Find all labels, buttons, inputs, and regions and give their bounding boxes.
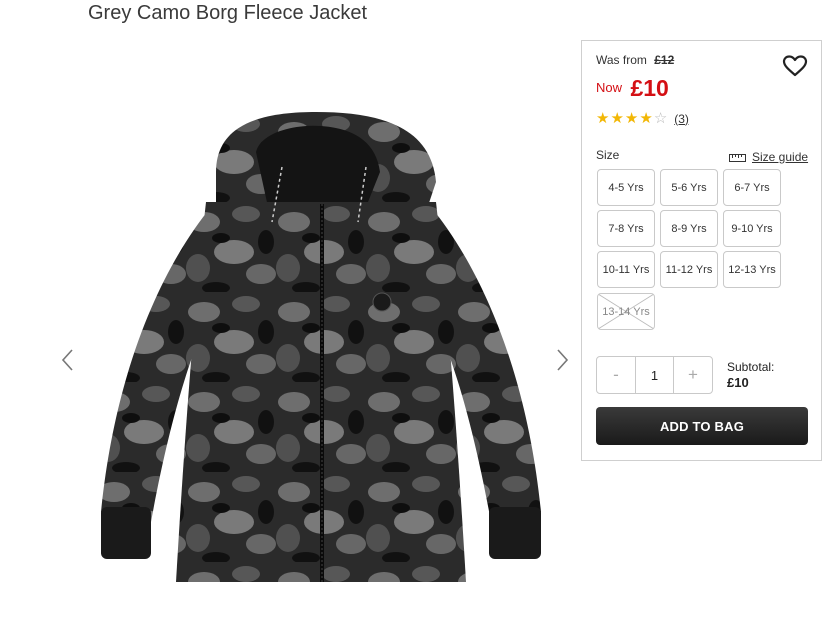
quantity-stepper: - 1 + <box>596 356 713 394</box>
subtotal-label: Subtotal: <box>727 360 775 374</box>
subtotal: Subtotal: £10 <box>727 359 774 391</box>
subtotal-value: £10 <box>727 375 749 390</box>
chevron-right-icon <box>557 349 569 371</box>
star-filled-icon: ★ <box>610 110 624 127</box>
size-label: Size <box>596 148 620 162</box>
rating: ★ ★ ★ ★ ☆ (3) <box>596 111 689 126</box>
ruler-icon <box>729 154 746 162</box>
chevron-left-icon <box>61 349 73 371</box>
product-image <box>96 112 546 582</box>
size-option-label: 13-14 Yrs <box>602 305 650 318</box>
star-empty-icon: ☆ <box>653 110 668 127</box>
size-option-4-5[interactable]: 4-5 Yrs <box>597 169 655 206</box>
wishlist-button[interactable] <box>782 54 808 78</box>
now-price-label: Now <box>596 80 623 95</box>
decrease-quantity-button[interactable]: - <box>597 357 635 393</box>
star-filled-icon: ★ <box>596 110 610 127</box>
size-option-10-11[interactable]: 10-11 Yrs <box>597 251 655 288</box>
was-price-label: Was from <box>596 53 647 67</box>
quantity-input[interactable]: 1 <box>635 357 674 393</box>
size-option-5-6[interactable]: 5-6 Yrs <box>660 169 718 206</box>
was-price: Was from £12 <box>596 53 674 67</box>
now-price-value: £10 <box>630 75 669 101</box>
size-option-6-7[interactable]: 6-7 Yrs <box>723 169 781 206</box>
size-option-9-10[interactable]: 9-10 Yrs <box>723 210 781 247</box>
star-filled-icon: ★ <box>624 110 639 127</box>
next-image-button[interactable] <box>552 345 572 375</box>
size-guide-link[interactable]: Size guide <box>729 150 808 164</box>
size-option-7-8[interactable]: 7-8 Yrs <box>597 210 655 247</box>
now-price: Now £10 <box>596 75 669 102</box>
purchase-panel: Was from £12 Now £10 ★ ★ ★ ★ ☆ (3) Size … <box>581 40 822 461</box>
size-option-11-12[interactable]: 11-12 Yrs <box>660 251 718 288</box>
was-price-value: £12 <box>654 53 675 67</box>
increase-quantity-button[interactable]: + <box>674 357 712 393</box>
previous-image-button[interactable] <box>58 345 78 375</box>
product-title: Grey Camo Borg Fleece Jacket <box>88 2 367 24</box>
size-option-12-13[interactable]: 12-13 Yrs <box>723 251 781 288</box>
size-guide-label: Size guide <box>752 150 809 164</box>
size-option-8-9[interactable]: 8-9 Yrs <box>660 210 718 247</box>
add-to-bag-button[interactable]: ADD TO BAG <box>596 407 808 445</box>
star-filled-icon: ★ <box>639 110 653 127</box>
review-count-link[interactable]: (3) <box>674 112 689 126</box>
size-option-13-14-unavailable: 13-14 Yrs <box>597 293 655 330</box>
heart-icon <box>782 55 808 77</box>
